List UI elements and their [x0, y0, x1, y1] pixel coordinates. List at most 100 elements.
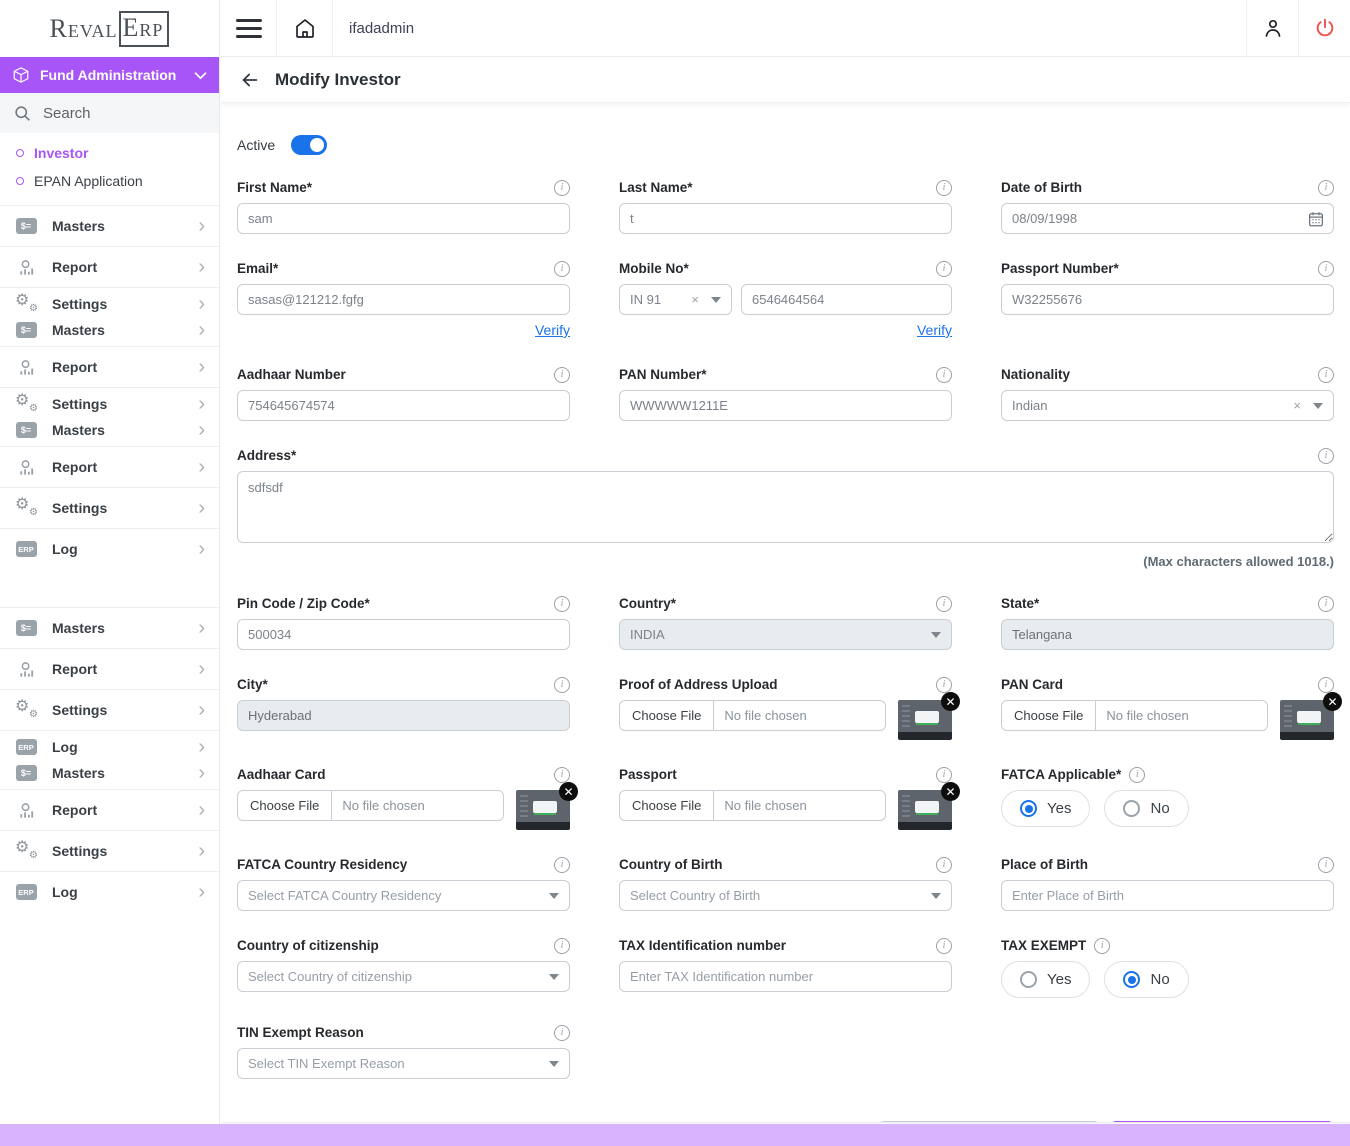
aadhaar-card-thumbnail[interactable]: ✕ [516, 790, 570, 830]
sidebar-item-log[interactable]: ERPLog› [0, 528, 219, 569]
chevron-right-icon: › [198, 740, 205, 754]
fatca-no-radio[interactable]: No [1104, 790, 1188, 827]
sidebar-search[interactable]: Search [0, 93, 219, 133]
email-verify-link[interactable]: Verify [535, 322, 570, 338]
choose-file-button[interactable]: Choose File [238, 791, 332, 820]
caret-down-icon [549, 974, 559, 980]
sidebar-item-report[interactable]: Report› [0, 648, 219, 689]
choose-file-button[interactable]: Choose File [1002, 701, 1096, 730]
info-icon: i [1318, 180, 1334, 196]
fatca-yes-radio[interactable]: Yes [1001, 790, 1090, 827]
pan-card-file-input[interactable]: Choose File No file chosen [1001, 700, 1268, 731]
proof-of-address-thumbnail[interactable]: ✕ [898, 700, 952, 740]
report-icon [17, 258, 36, 277]
email-input[interactable] [237, 284, 570, 315]
passport-upload-label: Passport [619, 767, 677, 782]
country-field: Country*i INDIA [619, 595, 952, 650]
logout-button[interactable] [1298, 0, 1350, 56]
proof-of-address-label: Proof of Address Upload [619, 677, 778, 692]
address-field: Address* i sdfsdf (Max characters allowe… [237, 447, 1334, 569]
tax-exempt-field: TAX EXEMPT i Yes No [1001, 937, 1334, 998]
sidebar-item-report[interactable]: Report› [0, 346, 219, 387]
sidebar-item-settings[interactable]: ⚙⚙Settings› [0, 487, 219, 528]
caret-down-icon [549, 1061, 559, 1067]
mobile-verify-link[interactable]: Verify [917, 322, 952, 338]
country-of-birth-select[interactable]: Select Country of Birth [619, 880, 952, 911]
tin-exempt-reason-label: TIN Exempt Reason [237, 1025, 364, 1040]
proof-of-address-file-input[interactable]: Choose File No file chosen [619, 700, 886, 731]
pan-number-input[interactable] [619, 390, 952, 421]
profile-button[interactable] [1246, 0, 1298, 56]
calendar-icon[interactable] [1307, 210, 1325, 228]
active-toggle[interactable] [291, 135, 327, 155]
country-code-select[interactable]: IN 91 × [619, 284, 732, 315]
aadhaar-number-input[interactable] [237, 390, 570, 421]
caret-down-icon [931, 632, 941, 638]
sidebar-item-log-masters[interactable]: ERPLog›$=Masters› [0, 730, 219, 789]
tax-id-field: TAX Identification numberi [619, 937, 952, 998]
clear-icon[interactable]: × [1293, 398, 1301, 413]
search-icon [14, 105, 31, 122]
sidebar-item-report[interactable]: Report› [0, 246, 219, 287]
sidebar-item-epan-application[interactable]: EPAN Application [0, 167, 219, 195]
sidebar-item-settings-masters[interactable]: ⚙⚙Settings›$=Masters› [0, 287, 219, 346]
sidebar-item-report[interactable]: Report› [0, 789, 219, 830]
aadhaar-card-file-input[interactable]: Choose File No file chosen [237, 790, 504, 821]
passport-number-input[interactable] [1001, 284, 1334, 315]
sidebar-item-masters[interactable]: $=Masters› [0, 205, 219, 246]
pin-code-input[interactable] [237, 619, 570, 650]
remove-file-icon[interactable]: ✕ [941, 692, 960, 711]
pin-code-label: Pin Code / Zip Code* [237, 596, 370, 611]
radio-icon [1020, 971, 1037, 988]
topbar: ifadadmin [221, 0, 1350, 57]
passport-file-input[interactable]: Choose File No file chosen [619, 790, 886, 821]
citizenship-select[interactable]: Select Country of citizenship [237, 961, 570, 992]
sidebar-item-investor[interactable]: Investor [0, 139, 219, 167]
module-selector[interactable]: Fund Administration [0, 57, 219, 93]
fatca-country-select[interactable]: Select FATCA Country Residency [237, 880, 570, 911]
tax-id-input[interactable] [619, 961, 952, 992]
sidebar-item-masters[interactable]: $=Masters› [0, 607, 219, 648]
tax-exempt-no-radio[interactable]: No [1104, 961, 1188, 998]
radio-icon [1123, 800, 1140, 817]
choose-file-button[interactable]: Choose File [620, 701, 714, 730]
chevron-right-icon: › [198, 885, 205, 899]
remove-file-icon[interactable]: ✕ [1323, 692, 1342, 711]
fatca-applicable-field: FATCA Applicable* i Yes No [1001, 766, 1334, 830]
sidebar-item-report[interactable]: Report› [0, 446, 219, 487]
first-name-input[interactable] [237, 203, 570, 234]
address-input[interactable]: sdfsdf [237, 471, 1334, 543]
proof-of-address-field: Proof of Address Uploadi Choose File No … [619, 676, 952, 740]
chevron-right-icon: › [198, 219, 205, 233]
chevron-right-icon: › [198, 360, 205, 374]
mobile-input[interactable] [741, 284, 952, 315]
sidebar-item-settings-masters[interactable]: ⚙⚙Settings›$=Masters› [0, 387, 219, 446]
home-button[interactable] [277, 0, 333, 56]
nationality-select[interactable]: Indian × [1001, 390, 1334, 421]
tin-exempt-reason-select[interactable]: Select TIN Exempt Reason [237, 1048, 570, 1079]
sidebar-item-label: Masters [52, 765, 184, 781]
last-name-input[interactable] [619, 203, 952, 234]
sidebar-item-settings[interactable]: ⚙⚙Settings› [0, 830, 219, 871]
power-icon [1314, 17, 1336, 39]
pan-card-thumbnail[interactable]: ✕ [1280, 700, 1334, 740]
back-button[interactable] [239, 69, 261, 91]
passport-thumbnail[interactable]: ✕ [898, 790, 952, 830]
clear-icon[interactable]: × [691, 292, 699, 307]
sidebar-item-settings[interactable]: ⚙⚙Settings› [0, 689, 219, 730]
remove-file-icon[interactable]: ✕ [559, 782, 578, 801]
country-select: INDIA [619, 619, 952, 650]
citizenship-label: Country of citizenship [237, 938, 379, 953]
country-value: INDIA [630, 627, 931, 642]
place-of-birth-input[interactable] [1001, 880, 1334, 911]
dob-input[interactable] [1001, 203, 1334, 234]
country-of-birth-field: Country of Birthi Select Country of Birt… [619, 856, 952, 911]
remove-file-icon[interactable]: ✕ [941, 782, 960, 801]
sidebar-item-log[interactable]: ERPLog› [0, 871, 219, 912]
info-icon: i [936, 180, 952, 196]
choose-file-button[interactable]: Choose File [620, 791, 714, 820]
menu-toggle-button[interactable] [221, 0, 277, 56]
chevron-right-icon: › [198, 844, 205, 858]
tax-exempt-yes-radio[interactable]: Yes [1001, 961, 1090, 998]
info-icon: i [1129, 767, 1145, 783]
